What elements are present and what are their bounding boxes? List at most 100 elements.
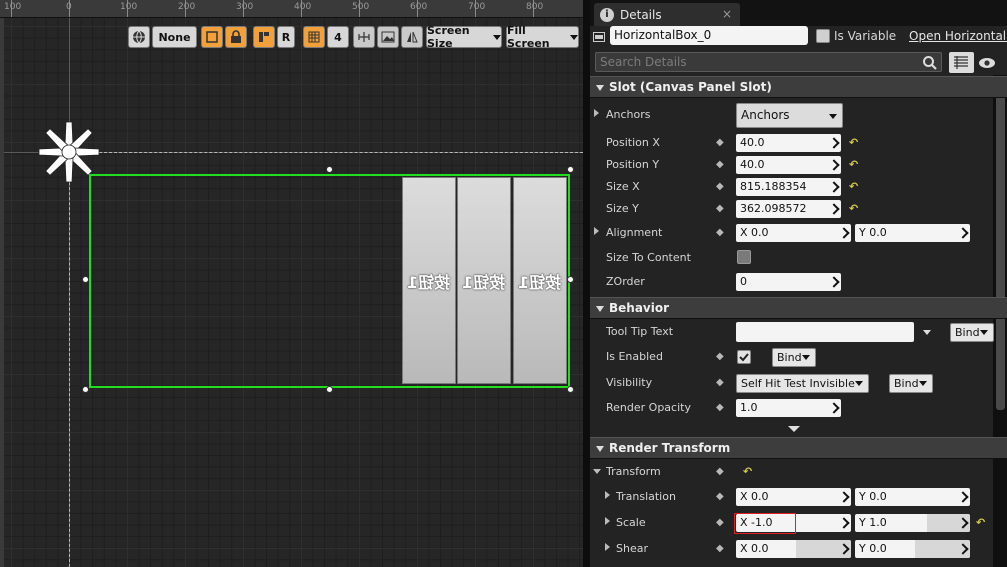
expand-arrow-icon[interactable] [605,491,610,499]
resize-handle-bottom-right[interactable] [567,386,574,393]
size-to-content-label: Size To Content [606,251,691,264]
resize-handle-bottom-left[interactable] [82,386,89,393]
drag-icon [828,402,840,414]
grid-snap-icon[interactable] [303,26,325,48]
keyframe-icon[interactable]: ◆ [716,543,728,555]
resize-handle-bottom[interactable] [326,386,333,393]
chevron-down-icon[interactable] [923,330,931,335]
eye-icon[interactable] [978,57,996,69]
mirror-icon[interactable] [401,26,423,48]
reset-to-default-icon[interactable]: ↶ [849,180,858,193]
widget-name-input[interactable]: HorizontalBox_0 [610,26,808,45]
expand-arrow-icon[interactable] [605,543,610,551]
ruler-label: 400 [294,2,312,12]
screen-size-dropdown[interactable]: Screen Size [426,24,502,50]
property-matrix-button[interactable] [949,52,974,73]
keyframe-icon[interactable]: ◆ [716,159,728,171]
reset-to-default-icon[interactable]: ↶ [849,158,858,171]
checkmark-icon [739,353,749,362]
size-y-input[interactable]: 362.098572 [736,200,841,218]
reset-to-default-icon[interactable]: ↶ [743,465,752,478]
resize-handle-top-right[interactable] [567,166,574,173]
respect-locks-button[interactable]: R [277,26,295,48]
layout-mode-icon[interactable] [253,26,275,48]
panel-splitter[interactable] [583,0,590,567]
is-variable-checkbox[interactable] [816,29,830,43]
keyframe-icon[interactable]: ◆ [716,351,728,363]
position-y-label: Position Y [606,158,660,171]
keyframe-icon[interactable]: ◆ [716,402,728,414]
size-x-input[interactable]: 815.188354 [736,178,841,196]
button-widget[interactable]: 按钮1 [457,177,511,384]
anchors-dropdown[interactable]: Anchors [736,103,843,128]
zorder-input[interactable]: 0 [736,273,841,291]
is-enabled-bind-dropdown[interactable]: Bind [772,348,816,367]
position-x-label: Position X [606,136,660,149]
keyframe-icon[interactable]: ◆ [716,377,728,389]
keyframe-icon[interactable]: ◆ [716,491,728,503]
tab-details[interactable]: i Details × [594,3,740,26]
drag-icon [838,491,850,503]
expand-arrow-icon[interactable] [594,109,599,117]
widget-outline-toggle[interactable] [201,26,223,48]
grid-snap-value-dropdown[interactable]: 4 [327,26,349,48]
collapse-arrow-icon[interactable] [593,469,601,474]
visibility-bind-dropdown[interactable]: Bind [889,374,933,393]
keyframe-icon[interactable]: ◆ [716,137,728,149]
tooltip-bind-dropdown[interactable]: Bind [950,323,994,342]
category-render-transform[interactable]: Render Transform [590,437,1007,459]
details-scrollbar-thumb[interactable] [996,80,1005,410]
shear-x-input[interactable]: X 0.0 [736,540,851,558]
is-enabled-checkbox[interactable] [737,350,751,364]
visibility-dropdown[interactable]: Self Hit Test Invisible [736,374,869,393]
resize-handle-left[interactable] [82,276,89,283]
keyframe-icon[interactable]: ◆ [716,227,728,239]
fill-screen-dropdown[interactable]: Fill Screen [506,24,579,50]
keyframe-icon[interactable]: ◆ [716,203,728,215]
render-opacity-input[interactable]: 1.0 [736,399,841,417]
shear-x-value: X 0.0 [740,542,769,555]
info-icon: i [600,7,614,22]
category-slot[interactable]: Slot (Canvas Panel Slot) [590,76,1007,98]
show-advanced-arrow-icon[interactable] [788,426,800,432]
shear-y-input[interactable]: Y 0.0 [855,540,970,558]
open-blueprint-link[interactable]: Open HorizontalB [909,29,1007,43]
close-icon[interactable]: × [722,7,732,21]
reset-to-default-icon[interactable]: ↶ [849,202,858,215]
keyframe-icon[interactable]: ◆ [716,517,728,529]
resize-handle-right[interactable] [567,276,574,283]
keyframe-icon[interactable]: ◆ [716,181,728,193]
alignment-y-input[interactable]: Y 0.0 [855,224,970,242]
search-details-input[interactable]: Search Details [595,52,942,72]
scale-y-input[interactable]: Y 1.0 [855,514,970,532]
translation-y-input[interactable]: Y 0.0 [855,488,970,506]
keyframe-icon[interactable]: ◆ [716,466,728,478]
lock-icon[interactable] [225,26,247,48]
category-behavior[interactable]: Behavior [590,297,1007,319]
translation-x-input[interactable]: X 0.0 [736,488,851,506]
reset-to-default-icon[interactable]: ↶ [976,516,985,529]
background-image-icon[interactable] [377,26,399,48]
property-visibility: Visibility ◆ Self Hit Test Invisible Bin… [590,371,995,395]
tooltip-input[interactable] [736,322,914,342]
position-x-input[interactable]: 40.0 [736,134,841,152]
expand-arrow-icon[interactable] [594,227,599,235]
fit-size-icon[interactable] [353,26,375,48]
search-icon[interactable] [922,55,938,71]
resize-handle-top[interactable] [326,166,333,173]
reset-to-default-icon[interactable]: ↶ [849,136,858,149]
button-widget[interactable]: 按钮1 [402,177,456,384]
button-widget[interactable]: 按钮1 [513,177,567,384]
render-opacity-value: 1.0 [740,401,758,414]
position-y-input[interactable]: 40.0 [736,156,841,174]
size-to-content-checkbox[interactable] [737,250,751,264]
dpi-scale-dropdown[interactable]: None [152,26,197,48]
bind-label: Bind [777,351,802,364]
widget-type-icon [593,32,605,42]
translation-x-value: X 0.0 [740,490,769,503]
designer-canvas[interactable]: 100 0 100 200 300 400 500 600 700 800 No… [0,0,583,567]
globe-icon[interactable] [128,26,150,48]
button-label: 按钮1 [518,272,562,292]
expand-arrow-icon[interactable] [605,517,610,525]
alignment-x-input[interactable]: X 0.0 [736,224,851,242]
